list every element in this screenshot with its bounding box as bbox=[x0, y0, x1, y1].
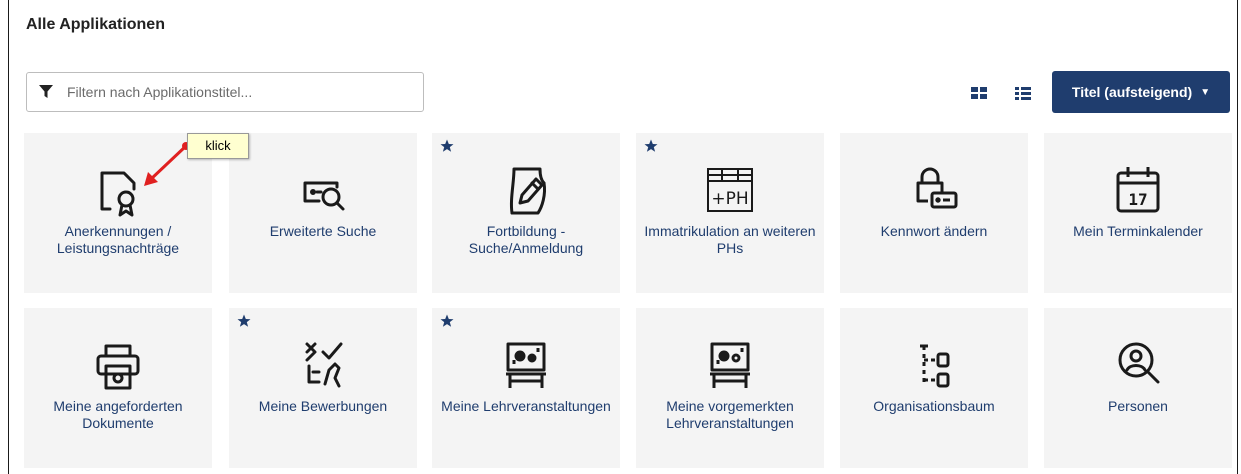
app-tile-vorgemerkte-lv[interactable]: Meine vorgemerkten Lehrveranstaltungen bbox=[636, 308, 824, 468]
app-label: Immatrikulation an weiteren PHs bbox=[644, 223, 816, 256]
org-tree-icon bbox=[920, 344, 950, 388]
app-tile-anerkennungen[interactable]: Anerkennungen / Leistungsnachträge bbox=[24, 133, 212, 293]
filter-input[interactable] bbox=[65, 83, 399, 101]
list-view-icon[interactable] bbox=[1014, 84, 1032, 102]
annotation-note: klick bbox=[187, 133, 249, 159]
pen-document-icon bbox=[509, 167, 546, 215]
app-tile-terminkalender[interactable]: 17 Mein Terminkalender bbox=[1044, 133, 1232, 293]
app-tile-kennwort[interactable]: Kennwort ändern bbox=[840, 133, 1028, 293]
favorite-star-icon bbox=[237, 314, 251, 327]
person-search-icon bbox=[1118, 342, 1160, 384]
favorite-star-icon bbox=[644, 139, 658, 152]
app-tile-erweiterte-suche[interactable]: Erweiterte Suche bbox=[229, 133, 417, 293]
app-tile-dokumente[interactable]: Meine angeforderten Dokumente bbox=[24, 308, 212, 468]
certificate-icon bbox=[100, 171, 136, 217]
svg-text:17: 17 bbox=[1128, 190, 1147, 209]
app-label: Mein Terminkalender bbox=[1073, 223, 1203, 239]
app-label: Meine vorgemerkten Lehrveranstaltungen bbox=[666, 398, 794, 431]
app-label: Kennwort ändern bbox=[880, 223, 988, 239]
plus-ph-icon: +PH bbox=[707, 168, 753, 212]
app-tile-lehrveranstaltungen[interactable]: Meine Lehrveranstaltungen bbox=[432, 308, 620, 468]
filter-icon bbox=[39, 85, 53, 98]
application-icon bbox=[305, 342, 343, 388]
printer-icon bbox=[96, 344, 140, 390]
app-label: Personen bbox=[1108, 398, 1168, 414]
app-label: Meine Lehrveranstaltungen bbox=[441, 398, 611, 414]
caret-down-icon: ▼ bbox=[1200, 86, 1211, 98]
lock-password-icon bbox=[916, 167, 958, 209]
app-label: Fortbildung - Suche/Anmeldung bbox=[468, 223, 584, 256]
app-label: Meine Bewerbungen bbox=[258, 398, 388, 414]
advanced-search-icon bbox=[303, 181, 345, 211]
bookmarked-lecture-icon bbox=[710, 342, 750, 388]
app-tile-personen[interactable]: Personen bbox=[1044, 308, 1232, 468]
app-label: Organisationsbaum bbox=[873, 398, 995, 414]
lecture-icon bbox=[506, 342, 546, 388]
app-label: Anerkennungen / Leistungsnachträge bbox=[56, 223, 180, 256]
favorite-star-icon bbox=[440, 314, 454, 327]
page-title: Alle Applikationen bbox=[26, 16, 165, 33]
app-tile-bewerbungen[interactable]: Meine Bewerbungen bbox=[229, 308, 417, 468]
sort-dropdown-button[interactable]: Titel (aufsteigend) ▼ bbox=[1052, 71, 1230, 113]
favorite-star-icon bbox=[440, 139, 454, 152]
app-tile-fortbildung[interactable]: Fortbildung - Suche/Anmeldung bbox=[432, 133, 620, 293]
app-label: Erweiterte Suche bbox=[269, 223, 377, 239]
calendar-icon: 17 bbox=[1116, 167, 1160, 213]
app-label: Meine angeforderten Dokumente bbox=[53, 398, 183, 431]
svg-text:+PH: +PH bbox=[711, 189, 748, 209]
grid-view-icon[interactable] bbox=[970, 84, 988, 102]
app-tile-immatrikulation[interactable]: +PH Immatrikulation an weiteren PHs bbox=[636, 133, 824, 293]
app-tile-organisationsbaum[interactable]: Organisationsbaum bbox=[840, 308, 1028, 468]
filter-field[interactable] bbox=[26, 72, 424, 112]
sort-label: Titel (aufsteigend) bbox=[1071, 84, 1193, 100]
